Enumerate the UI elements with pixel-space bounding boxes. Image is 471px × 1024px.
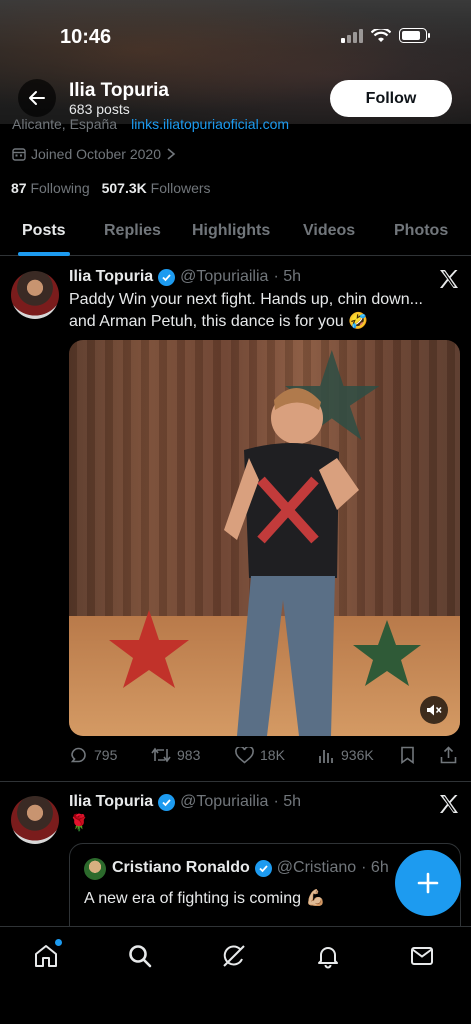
signal-icon — [341, 28, 363, 43]
quoted-avatar — [84, 858, 106, 880]
x-logo-icon — [440, 795, 458, 813]
compose-plus-icon — [417, 872, 439, 894]
nav-home[interactable] — [31, 939, 62, 971]
reply-icon — [70, 747, 86, 762]
wifi-icon — [371, 28, 391, 42]
bookmark-icon — [401, 746, 414, 764]
x-logo-icon — [440, 270, 458, 288]
follow-counts: 87 Following 507.3K Followers — [11, 180, 211, 196]
tab-highlights[interactable]: Highlights — [192, 222, 270, 240]
home-icon — [35, 945, 57, 967]
followers-link[interactable]: 507.3K Followers — [102, 180, 211, 196]
nav-search[interactable] — [125, 941, 155, 971]
joined-date: Joined October 2020 — [12, 146, 176, 162]
post-divider — [0, 781, 471, 782]
verified-badge-icon — [254, 859, 272, 877]
post-video[interactable] — [69, 340, 460, 736]
profile-tabs: Posts Replies Highlights Videos Photos — [0, 208, 471, 256]
header-posts-count: 683 posts — [69, 101, 130, 117]
repost-button[interactable]: 983 — [151, 746, 200, 764]
post-avatar[interactable] — [11, 271, 59, 319]
nav-grok[interactable] — [219, 941, 249, 971]
following-link[interactable]: 87 Following — [11, 180, 90, 196]
mute-button[interactable] — [420, 696, 448, 724]
reply-button[interactable]: 795 — [69, 746, 117, 765]
home-notification-dot — [55, 939, 62, 946]
location-text: Alicante, España — [12, 116, 118, 132]
messages-icon — [411, 947, 433, 965]
notifications-icon — [318, 947, 338, 969]
calendar-icon — [12, 148, 26, 161]
battery-icon — [399, 28, 430, 43]
follow-button[interactable]: Follow — [330, 80, 452, 117]
tab-videos[interactable]: Videos — [303, 222, 355, 240]
quoted-author: Cristiano Ronaldo @Cristiano · 6h — [112, 859, 389, 877]
bookmark-button[interactable] — [400, 746, 415, 764]
profile-link[interactable]: links.iliatopuriaoficial.com — [131, 116, 289, 132]
views-button[interactable]: 936K — [318, 747, 374, 764]
status-icons — [341, 28, 431, 43]
search-icon — [129, 945, 152, 968]
views-icon — [319, 749, 333, 763]
joined-text: Joined October 2020 — [31, 146, 161, 162]
post-author[interactable]: Ilia Topuria @Topuriailia · 5h — [69, 793, 301, 811]
post-author[interactable]: Ilia Topuria @Topuriailia · 5h — [69, 268, 301, 286]
nav-notifications[interactable] — [313, 941, 343, 971]
header-name: Ilia Topuria — [69, 80, 169, 101]
back-arrow-icon — [29, 91, 45, 105]
back-button[interactable] — [18, 79, 56, 117]
share-button[interactable] — [440, 746, 457, 764]
post-avatar[interactable] — [11, 796, 59, 844]
bottom-navigation — [0, 926, 471, 1024]
compose-button[interactable] — [395, 850, 461, 916]
verified-badge-icon — [158, 793, 176, 811]
quoted-text: A new era of fighting is coming 💪🏼 — [84, 890, 326, 907]
grok-icon — [223, 945, 245, 967]
tab-photos[interactable]: Photos — [394, 222, 448, 240]
like-button[interactable]: 18K — [235, 746, 285, 764]
post-actions: 795 983 18K 936K — [69, 744, 461, 766]
verified-badge-icon — [158, 268, 176, 286]
share-icon — [440, 746, 457, 764]
post-text: Paddy Win your next fight. Hands up, chi… — [69, 291, 423, 330]
like-icon — [235, 746, 254, 764]
tab-replies[interactable]: Replies — [104, 222, 161, 240]
profile-meta-row: Alicante, España links.iliatopuriaoficia… — [12, 116, 289, 132]
nav-messages[interactable] — [407, 941, 437, 971]
repost-icon — [151, 747, 171, 763]
mute-icon — [427, 704, 442, 716]
tab-active-indicator — [18, 252, 70, 256]
post-text: 🌹 — [69, 815, 89, 832]
chevron-right-icon[interactable] — [166, 147, 176, 161]
tab-posts[interactable]: Posts — [22, 222, 66, 240]
video-frame — [109, 350, 421, 736]
status-time: 10:46 — [60, 26, 112, 48]
